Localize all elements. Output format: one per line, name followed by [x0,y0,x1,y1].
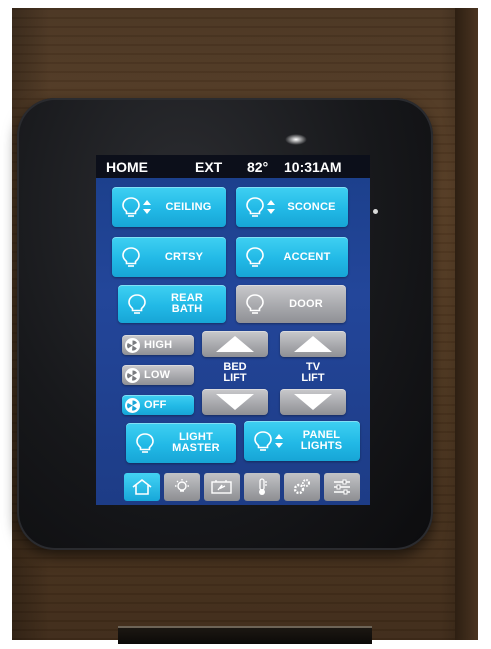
accent-light-button[interactable]: ACCENT [236,237,348,277]
door-light-button[interactable]: DOOR [236,285,346,323]
bulb-dimmable-icon [254,431,272,451]
tab-bar [124,473,364,501]
bed-lift-label: BED LIFT [202,362,268,384]
dim-arrows-icon [143,200,151,214]
battery-icon [211,480,232,494]
bed-lift-down-button[interactable] [202,389,268,415]
clock: 10:31AM [284,159,342,175]
tab-climate[interactable] [244,473,280,501]
door-label: DOOR [289,297,323,310]
bulb-icon [136,433,154,453]
thermometer-icon [259,478,267,495]
tab-power[interactable] [204,473,240,501]
fan-low-label: LOW [144,368,171,381]
home-icon [132,478,152,495]
exterior-label: EXT [195,159,223,175]
fan-off-label: OFF [144,398,167,411]
tv-lift-up-button[interactable] [280,331,346,357]
touchscreen: HOME EXT 82° 10:31AM CEILING SCONCE CRTS… [96,155,370,505]
tab-lights[interactable] [164,473,200,501]
settings-sliders-icon [334,479,350,495]
ambient-sensor [373,209,378,214]
gears-icon [293,479,310,495]
fan-icon [125,397,140,413]
bulb-dimmable-icon [246,197,264,217]
dim-arrows-icon [267,200,275,214]
sconce-light-button[interactable]: SCONCE [236,187,348,227]
fan-low-button[interactable]: LOW [122,365,194,385]
tv-lift-label: TV LIFT [280,362,346,384]
arrow-up-icon [216,336,254,352]
light-master-line2: MASTER [172,442,220,454]
panel-lights-line2: LIGHTS [300,440,343,452]
screen-title: HOME [106,159,148,175]
accent-label: ACCENT [283,250,331,263]
tab-home[interactable] [124,473,160,501]
panel-lights-button[interactable]: PANEL LIGHTS [244,421,360,461]
fan-high-label: HIGH [144,338,173,351]
bulb-icon [246,294,264,314]
arrow-down-icon [294,394,332,410]
bulb-icon [128,294,146,314]
bulb-icon [122,247,140,267]
bulb-dimmable-icon [122,197,140,217]
rear-bath-line2: BATH [171,303,203,315]
tv-lift-line2: LIFT [301,372,325,384]
light-master-button[interactable]: LIGHT MASTER [126,423,236,463]
rear-bath-label: REAR BATH [148,293,226,315]
fan-icon [125,337,140,353]
bed-lift-control: BED LIFT [202,331,268,417]
ceiling-label: CEILING [165,200,212,213]
courtesy-light-button[interactable]: CRTSY [112,237,226,277]
wall-trim [455,8,478,640]
dim-arrows-icon [275,434,283,448]
ceiling-light-button[interactable]: CEILING [112,187,226,227]
panel-lights-label: PANEL LIGHTS [283,430,360,452]
tab-settings[interactable] [324,473,360,501]
wall-plate [118,626,372,644]
bed-lift-line2: LIFT [223,372,247,384]
tab-systems[interactable] [284,473,320,501]
light-master-label: LIGHT MASTER [156,432,236,454]
rear-bath-light-button[interactable]: REAR BATH [118,285,226,323]
tv-lift-control: TV LIFT [280,331,346,417]
fan-off-button[interactable]: OFF [122,395,194,415]
light-glare [285,134,307,145]
fan-icon [125,367,140,383]
exterior-temperature: 82° [247,159,269,175]
crtsy-label: CRTSY [164,250,204,263]
bed-lift-up-button[interactable] [202,331,268,357]
light-bulb-icon [175,479,189,492]
tv-lift-down-button[interactable] [280,389,346,415]
status-bar: HOME EXT 82° 10:31AM [96,155,370,178]
fan-high-button[interactable]: HIGH [122,335,194,355]
arrow-up-icon [294,336,332,352]
arrow-down-icon [216,394,254,410]
sconce-label: SCONCE [287,200,336,213]
bulb-icon [246,247,264,267]
